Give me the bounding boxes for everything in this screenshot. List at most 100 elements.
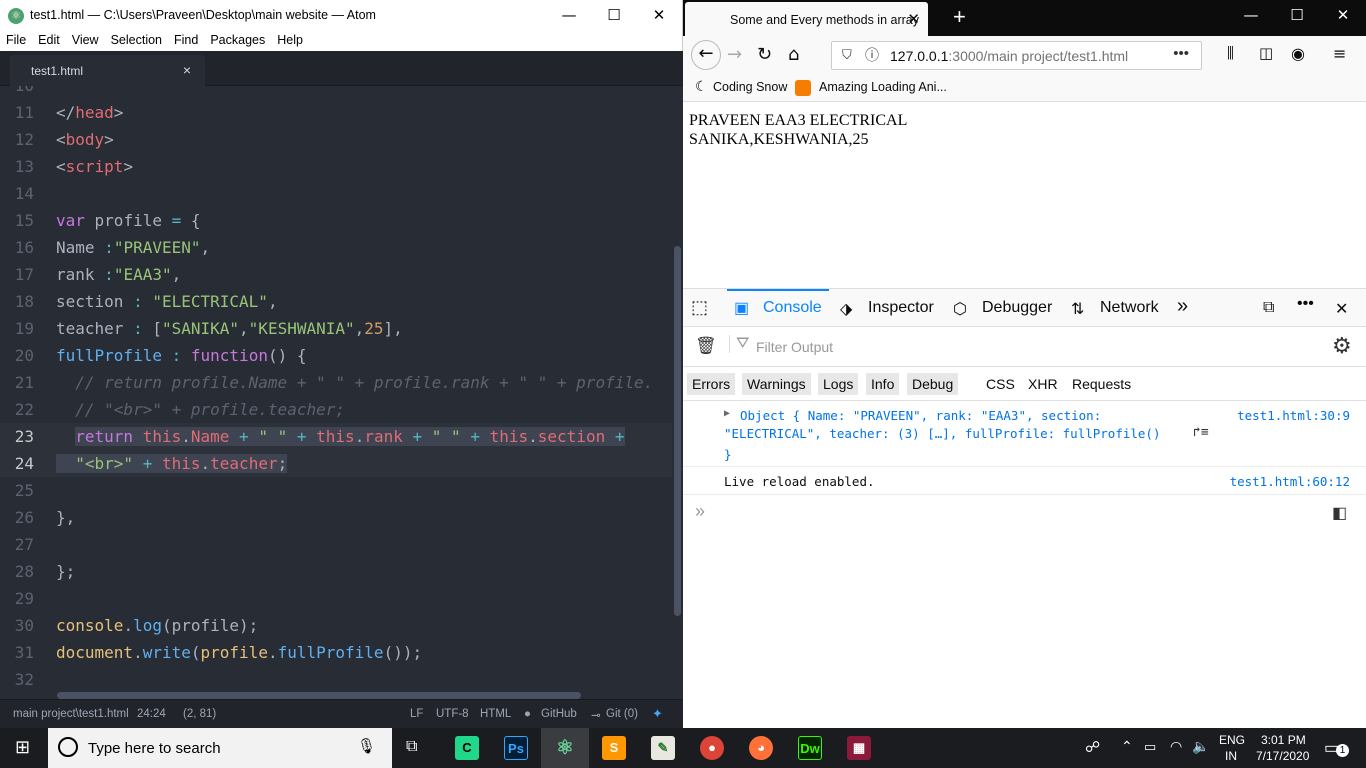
message-source-link[interactable]: test1.html:30:9: [1237, 408, 1350, 423]
photoshop-icon[interactable]: Ps: [504, 736, 528, 760]
site-info-icon[interactable]: ⓘ: [865, 45, 879, 65]
menu-edit[interactable]: Edit: [32, 31, 66, 47]
status-git[interactable]: Git (0): [606, 708, 638, 720]
new-tab-icon[interactable]: +: [953, 4, 966, 30]
sidebar-icon[interactable]: ◫: [1259, 44, 1273, 62]
code-line[interactable]: 13 <script>: [0, 153, 672, 180]
code-line[interactable]: 26},: [0, 504, 672, 531]
reload-icon[interactable]: ↻: [757, 44, 772, 65]
devtools-close-icon[interactable]: ✕: [1335, 299, 1348, 319]
language-eng[interactable]: ENG: [1219, 733, 1245, 747]
url-bar[interactable]: ⛉ ⓘ 127.0.0.1:3000/main project/test1.ht…: [831, 41, 1202, 70]
expand-arrow-icon[interactable]: ▶: [724, 408, 730, 419]
message-source-link-2[interactable]: test1.html:60:12: [1230, 474, 1350, 489]
back-icon[interactable]: ←: [691, 40, 721, 70]
tab-console[interactable]: Console: [763, 299, 822, 317]
chrome-icon[interactable]: ●: [700, 736, 724, 760]
element-picker-icon[interactable]: ⬚: [691, 297, 708, 318]
people-icon[interactable]: ☍: [1085, 738, 1100, 756]
sublime-icon[interactable]: S: [602, 736, 626, 760]
code-line[interactable]: 12 <body>: [0, 126, 672, 153]
close-icon[interactable]: ✕: [636, 0, 682, 31]
library-icon[interactable]: ⫼: [1227, 44, 1234, 62]
code-editor[interactable]: 10 11 </head> 12 <body> 13 <script> 14 15 var pro…: [0, 86, 683, 698]
settings-gear-icon[interactable]: ⚙: [1332, 333, 1352, 359]
dock-icon[interactable]: ⧉: [1263, 299, 1274, 317]
code-line[interactable]: 18 section : "ELECTRICAL",: [0, 288, 672, 315]
code-line[interactable]: 27: [0, 531, 672, 558]
pycharm-icon[interactable]: C: [455, 736, 479, 760]
battery-icon[interactable]: ▭: [1144, 739, 1156, 755]
code-line[interactable]: 23 return this.Name + " " + this.rank + …: [0, 423, 672, 450]
more-tabs-icon[interactable]: »: [1177, 295, 1188, 318]
code-line[interactable]: 25: [0, 477, 672, 504]
code-line[interactable]: 15 var profile = {: [0, 207, 672, 234]
filter-input[interactable]: Filter Output: [756, 339, 833, 355]
dreamweaver-icon[interactable]: Dw: [798, 736, 822, 760]
open-in-sidebar-icon[interactable]: ↱≡: [1193, 425, 1209, 440]
minimize-icon[interactable]: —: [546, 0, 592, 31]
status-github[interactable]: GitHub: [541, 708, 577, 720]
status-line-ending[interactable]: LF: [410, 708, 423, 720]
browser-tab[interactable]: Some and Every methods in array ✕: [685, 2, 928, 36]
code-line[interactable]: 29: [0, 585, 672, 612]
language-in[interactable]: IN: [1225, 749, 1237, 763]
status-file-path[interactable]: main project\test1.html: [13, 708, 129, 720]
bookmark-coding-snow[interactable]: Coding Snow: [713, 80, 787, 94]
code-line[interactable]: 17 rank :"EAA3",: [0, 261, 672, 288]
cat-info[interactable]: Info: [866, 373, 900, 395]
home-icon[interactable]: ⌂: [788, 44, 799, 65]
editor-tab[interactable]: test1.html ×: [10, 55, 205, 86]
menu-help[interactable]: Help: [271, 31, 309, 47]
atom-taskbar-icon[interactable]: ⚛: [553, 736, 577, 760]
devtools-menu-icon[interactable]: •••: [1297, 295, 1314, 313]
cat-logs[interactable]: Logs: [818, 373, 859, 395]
task-view-icon[interactable]: ⧉: [406, 738, 417, 756]
status-grammar[interactable]: HTML: [480, 708, 511, 720]
code-line[interactable]: 11 </head>: [0, 99, 672, 126]
cat-xhr[interactable]: XHR: [1023, 373, 1063, 395]
ff-close-icon[interactable]: ✕: [1320, 0, 1366, 31]
menu-icon[interactable]: ≡: [1333, 44, 1346, 63]
cat-requests[interactable]: Requests: [1067, 373, 1136, 395]
winrar-icon[interactable]: ▦: [847, 736, 871, 760]
account-icon[interactable]: ◉: [1291, 44, 1305, 63]
firefox-taskbar-icon[interactable]: ◕: [749, 736, 773, 760]
cat-css[interactable]: CSS: [981, 373, 1020, 395]
bookmark-amazing-loading[interactable]: Amazing Loading Ani...: [819, 80, 947, 94]
tracking-shield-icon[interactable]: ⛉: [842, 47, 852, 63]
code-line[interactable]: 21 // return profile.Name + " " + profil…: [0, 369, 672, 396]
taskbar-search-box[interactable]: Type here to search 🎙: [48, 728, 392, 768]
code-line[interactable]: 19 teacher : ["SANIKA","KESHWANIA",25],: [0, 315, 672, 342]
page-actions-icon[interactable]: •••: [1173, 45, 1189, 62]
cat-warnings[interactable]: Warnings: [742, 373, 811, 395]
editor-horizontal-scrollbar[interactable]: [57, 692, 581, 699]
tab-network[interactable]: Network: [1100, 299, 1159, 317]
code-line[interactable]: 10: [0, 86, 672, 99]
trash-icon[interactable]: 🗑: [695, 336, 717, 356]
forward-icon[interactable]: →: [727, 44, 742, 65]
url-text[interactable]: 127.0.0.1:3000/main project/test1.html: [890, 48, 1128, 64]
console-prompt-icon[interactable]: »: [695, 501, 705, 522]
ff-maximize-icon[interactable]: ☐: [1274, 0, 1320, 31]
menu-view[interactable]: View: [66, 31, 105, 47]
notepad-icon[interactable]: ✎: [651, 736, 675, 760]
maximize-icon[interactable]: ☐: [591, 0, 637, 31]
clock-date[interactable]: 7/17/2020: [1256, 749, 1309, 763]
menu-file[interactable]: File: [0, 31, 32, 47]
browser-tab-close-icon[interactable]: ✕: [907, 10, 920, 28]
tab-close-icon[interactable]: ×: [183, 62, 191, 78]
menu-selection[interactable]: Selection: [105, 31, 168, 47]
code-line[interactable]: 22 // "<br>" + profile.teacher;: [0, 396, 672, 423]
bird-icon[interactable]: ✦: [652, 706, 663, 722]
code-line[interactable]: 31 document.write(profile.fullProfile());: [0, 639, 672, 666]
status-cursor-position[interactable]: 24:24: [137, 708, 166, 720]
ff-minimize-icon[interactable]: —: [1228, 0, 1274, 31]
menu-packages[interactable]: Packages: [204, 31, 271, 47]
tray-chevron-icon[interactable]: ⌃: [1121, 738, 1133, 755]
menu-find[interactable]: Find: [168, 31, 204, 47]
windows-start-icon[interactable]: ⊞: [15, 737, 30, 758]
code-line[interactable]: 20 fullProfile : function() {: [0, 342, 672, 369]
cat-errors[interactable]: Errors: [687, 373, 736, 395]
wifi-icon[interactable]: ◠: [1170, 738, 1182, 755]
